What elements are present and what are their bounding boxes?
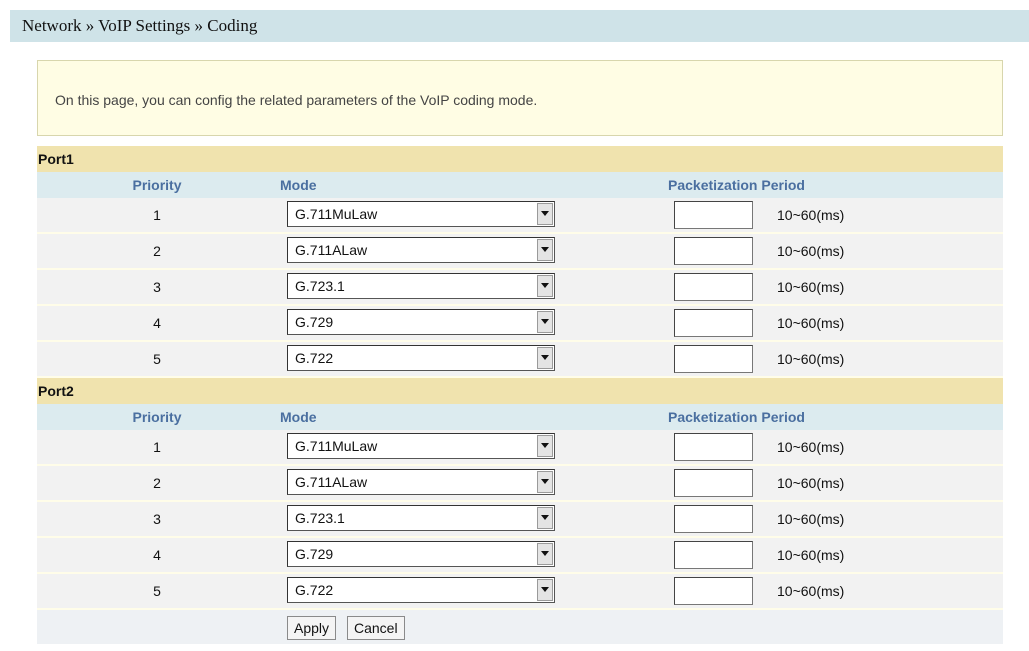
chevron-down-icon[interactable] bbox=[537, 239, 553, 261]
column-header-row: Priority Mode Packetization Period bbox=[37, 172, 1003, 198]
table-row: 4 G.729 10~60(ms) bbox=[37, 538, 1003, 574]
mode-select[interactable]: G.729 bbox=[287, 541, 555, 567]
mode-select-value: G.711MuLaw bbox=[295, 438, 378, 454]
chevron-down-icon[interactable] bbox=[537, 203, 553, 225]
mode-select[interactable]: G.723.1 bbox=[287, 505, 555, 531]
packetization-period-input[interactable] bbox=[674, 433, 753, 461]
apply-button[interactable]: Apply bbox=[287, 616, 337, 640]
priority-cell: 5 bbox=[153, 351, 161, 367]
port1-rows: 1 G.711MuLaw 10~60(ms) 2 G.711ALaw 10~60(ms) 3… bbox=[37, 198, 1003, 378]
chevron-down-icon[interactable] bbox=[537, 543, 553, 565]
table-row: 2 G.711ALaw 10~60(ms) bbox=[37, 466, 1003, 502]
breadcrumb: Network » VoIP Settings » Coding bbox=[10, 10, 1029, 42]
packetization-period-input[interactable] bbox=[674, 345, 753, 373]
range-label: 10~60(ms) bbox=[777, 475, 845, 491]
packetization-period-input[interactable] bbox=[674, 541, 753, 569]
mode-select[interactable]: G.722 bbox=[287, 577, 555, 603]
mode-select[interactable]: G.723.1 bbox=[287, 273, 555, 299]
packetization-period-input[interactable] bbox=[674, 201, 753, 229]
port-header: Port1 bbox=[37, 146, 1003, 172]
mode-column-header: Mode bbox=[280, 409, 317, 425]
mode-select[interactable]: G.729 bbox=[287, 309, 555, 335]
port-header: Port2 bbox=[37, 378, 1003, 404]
priority-cell: 3 bbox=[153, 511, 161, 527]
range-label: 10~60(ms) bbox=[777, 243, 845, 259]
mode-column-header: Mode bbox=[280, 177, 317, 193]
range-label: 10~60(ms) bbox=[777, 547, 845, 563]
packetization-period-input[interactable] bbox=[674, 469, 753, 497]
priority-column-header: Priority bbox=[132, 409, 182, 425]
mode-select-value: G.722 bbox=[295, 582, 334, 598]
coding-config-table: Port1 Priority Mode Packetization Period… bbox=[37, 146, 1003, 644]
range-label: 10~60(ms) bbox=[777, 511, 845, 527]
table-row: 3 G.723.1 10~60(ms) bbox=[37, 502, 1003, 538]
mode-select-value: G.711MuLaw bbox=[295, 206, 378, 222]
priority-column-header: Priority bbox=[132, 177, 182, 193]
priority-cell: 2 bbox=[153, 475, 161, 491]
packetization-period-input[interactable] bbox=[674, 577, 753, 605]
range-label: 10~60(ms) bbox=[777, 279, 845, 295]
mode-select[interactable]: G.711MuLaw bbox=[287, 433, 555, 459]
table-row: 3 G.723.1 10~60(ms) bbox=[37, 270, 1003, 306]
table-row: 1 G.711MuLaw 10~60(ms) bbox=[37, 430, 1003, 466]
packetization-column-header: Packetization Period bbox=[668, 409, 805, 425]
chevron-down-icon[interactable] bbox=[537, 347, 553, 369]
table-row: 4 G.729 10~60(ms) bbox=[37, 306, 1003, 342]
mode-select[interactable]: G.711ALaw bbox=[287, 469, 555, 495]
mode-select-value: G.711ALaw bbox=[295, 474, 368, 490]
chevron-down-icon[interactable] bbox=[537, 507, 553, 529]
priority-cell: 4 bbox=[153, 315, 161, 331]
priority-cell: 2 bbox=[153, 243, 161, 259]
info-box: On this page, you can config the related… bbox=[37, 60, 1003, 136]
range-label: 10~60(ms) bbox=[777, 315, 845, 331]
column-header-row: Priority Mode Packetization Period bbox=[37, 404, 1003, 430]
range-label: 10~60(ms) bbox=[777, 351, 845, 367]
actions-row: Apply Cancel bbox=[37, 610, 1003, 644]
packetization-period-input[interactable] bbox=[674, 505, 753, 533]
table-row: 5 G.722 10~60(ms) bbox=[37, 342, 1003, 378]
port2-rows: 1 G.711MuLaw 10~60(ms) 2 G.711ALaw 10~60(ms) 3… bbox=[37, 430, 1003, 610]
priority-cell: 4 bbox=[153, 547, 161, 563]
packetization-period-input[interactable] bbox=[674, 273, 753, 301]
mode-select-value: G.711ALaw bbox=[295, 242, 368, 258]
chevron-down-icon[interactable] bbox=[537, 579, 553, 601]
chevron-down-icon[interactable] bbox=[537, 275, 553, 297]
range-label: 10~60(ms) bbox=[777, 583, 845, 599]
table-row: 1 G.711MuLaw 10~60(ms) bbox=[37, 198, 1003, 234]
mode-select-value: G.729 bbox=[295, 314, 334, 330]
packetization-column-header: Packetization Period bbox=[668, 177, 805, 193]
table-row: 5 G.722 10~60(ms) bbox=[37, 574, 1003, 610]
priority-cell: 1 bbox=[153, 207, 161, 223]
priority-cell: 3 bbox=[153, 279, 161, 295]
mode-select[interactable]: G.711MuLaw bbox=[287, 201, 555, 227]
info-text: On this page, you can config the related… bbox=[55, 92, 538, 108]
mode-select-value: G.722 bbox=[295, 350, 334, 366]
cancel-button[interactable]: Cancel bbox=[347, 616, 405, 640]
table-row: 2 G.711ALaw 10~60(ms) bbox=[37, 234, 1003, 270]
mode-select-value: G.723.1 bbox=[295, 510, 345, 526]
mode-select[interactable]: G.722 bbox=[287, 345, 555, 371]
priority-cell: 1 bbox=[153, 439, 161, 455]
packetization-period-input[interactable] bbox=[674, 237, 753, 265]
chevron-down-icon[interactable] bbox=[537, 311, 553, 333]
chevron-down-icon[interactable] bbox=[537, 471, 553, 493]
packetization-period-input[interactable] bbox=[674, 309, 753, 337]
mode-select-value: G.729 bbox=[295, 546, 334, 562]
mode-select[interactable]: G.711ALaw bbox=[287, 237, 555, 263]
chevron-down-icon[interactable] bbox=[537, 435, 553, 457]
mode-select-value: G.723.1 bbox=[295, 278, 345, 294]
range-label: 10~60(ms) bbox=[777, 207, 845, 223]
range-label: 10~60(ms) bbox=[777, 439, 845, 455]
priority-cell: 5 bbox=[153, 583, 161, 599]
